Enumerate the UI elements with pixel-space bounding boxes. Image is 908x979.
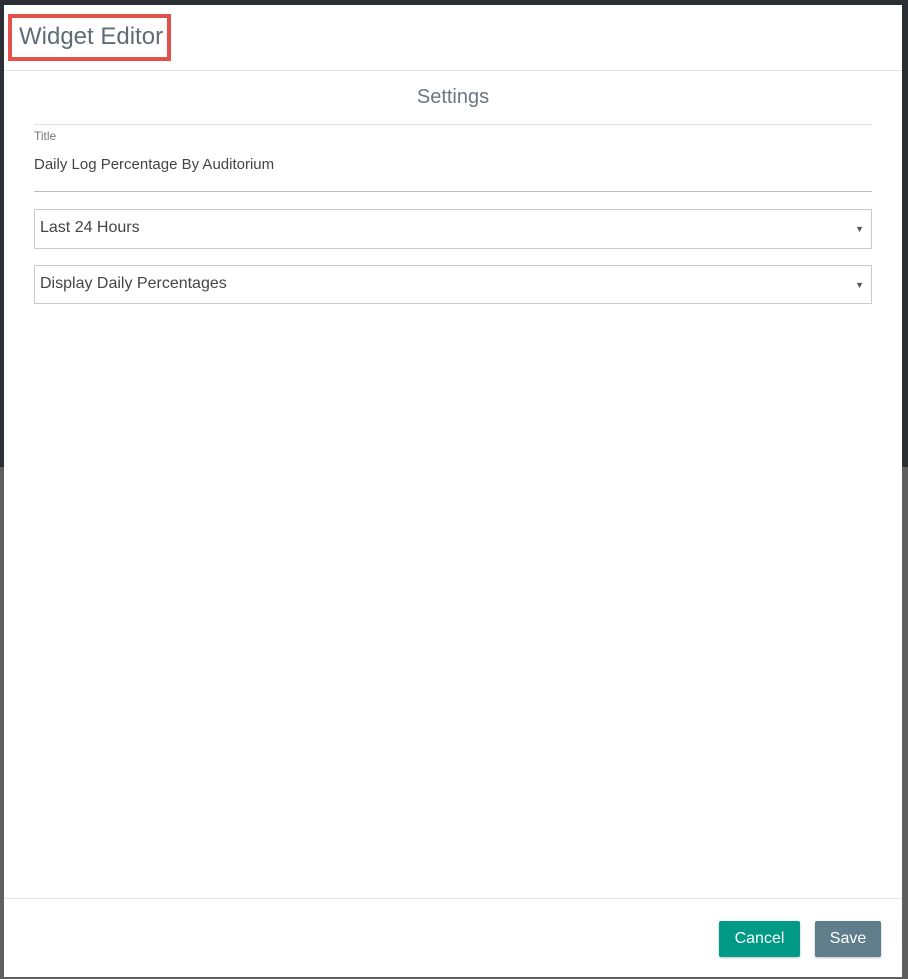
time-range-select-value: Last 24 Hours [40,219,140,236]
title-input[interactable] [34,150,872,192]
display-mode-select[interactable]: Display Daily Percentages ▼ [34,265,872,304]
modal-header: Widget Editor [4,5,902,71]
settings-heading: Settings [416,86,490,108]
cancel-button[interactable]: Cancel [719,921,800,957]
time-range-select[interactable]: Last 24 Hours ▼ [34,209,872,249]
display-mode-select-value: Display Daily Percentages [40,275,227,292]
title-field-label: Title [34,129,57,143]
modal-title: Widget Editor [19,23,164,50]
caret-down-icon: ▼ [855,280,864,290]
modal-footer: Cancel Save [4,898,902,977]
section-divider [34,124,872,125]
widget-editor-modal: Widget Editor Settings Title Last 24 Hou… [4,5,902,977]
save-button[interactable]: Save [815,921,881,957]
caret-down-icon: ▼ [855,224,864,234]
